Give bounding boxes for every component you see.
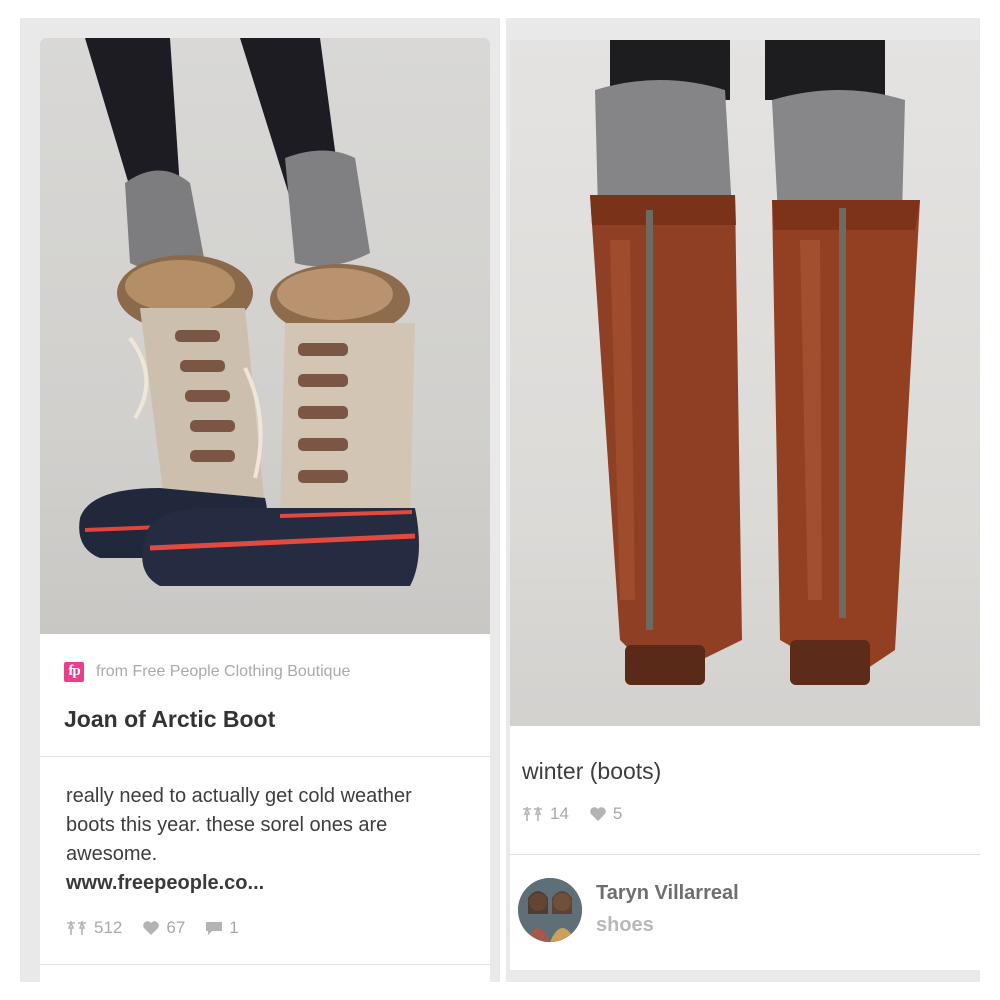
board-name[interactable]: shoes [596,914,654,937]
divider [40,964,490,965]
repin-count[interactable]: 14 [522,804,569,824]
comment-count[interactable]: 1 [205,918,239,938]
description-text: really need to actually get cold weather… [66,785,412,865]
pin-source[interactable]: fp from Free People Clothing Boutique [64,660,350,684]
divider [510,854,980,855]
pin-stats: 14 5 [522,804,642,824]
pin-icon [523,807,542,821]
pin-stats: 512 67 1 [66,918,259,938]
avatar[interactable] [518,878,582,942]
pin-card-joan-of-arctic[interactable]: fp from Free People Clothing Boutique Jo… [40,38,490,982]
repin-count-value: 14 [550,804,569,823]
source-logo-icon: fp [64,662,84,682]
pin-description: really need to actually get cold weather… [66,782,446,898]
pin-title[interactable]: Joan of Arctic Boot [64,706,275,733]
comment-count-value: 1 [229,918,239,937]
like-count-value: 5 [612,804,623,823]
pinner-name[interactable]: Taryn Villarreal [596,882,739,905]
like-count[interactable]: 67 [142,918,185,938]
like-count[interactable]: 5 [589,804,622,824]
comment-icon [206,922,223,935]
repin-count[interactable]: 512 [66,918,122,938]
pin-image[interactable] [510,40,980,726]
boots-photo-right [590,40,920,685]
description-link[interactable]: www.freepeople.co... [66,869,446,898]
avatar-photo [518,878,582,942]
like-count-value: 67 [166,918,186,937]
heart-icon [590,807,606,821]
source-text[interactable]: from Free People Clothing Boutique [96,663,350,681]
divider [40,756,490,757]
repin-count-value: 512 [94,918,123,937]
boots-photo-left [79,38,419,586]
heart-icon [143,921,160,935]
pin-icon [67,921,86,935]
pin-title[interactable]: winter (boots) [522,758,661,785]
pin-image[interactable] [40,38,490,634]
pin-card-winter-boots[interactable]: winter (boots) 14 5 Taryn Villarreal sho… [510,40,980,970]
